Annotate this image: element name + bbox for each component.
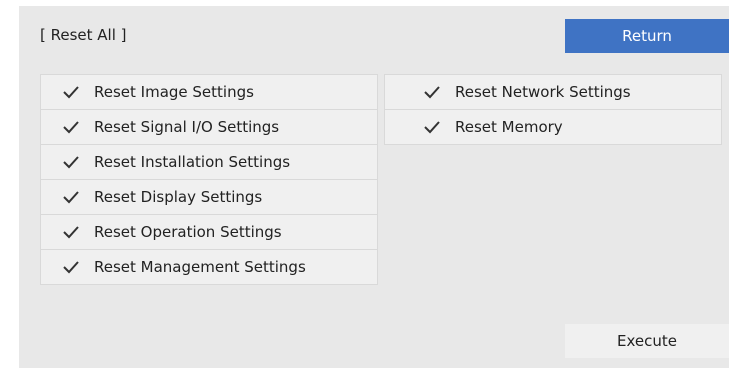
reset-installation-settings-item[interactable]: Reset Installation Settings xyxy=(41,145,377,179)
return-button[interactable]: Return xyxy=(565,19,729,53)
item-label: Reset Image Settings xyxy=(94,83,254,101)
item-label: Reset Signal I/O Settings xyxy=(94,118,280,136)
execute-button[interactable]: Execute xyxy=(565,324,729,358)
reset-network-settings-item[interactable]: Reset Network Settings xyxy=(385,75,721,109)
item-label: Reset Management Settings xyxy=(94,258,306,276)
checkmark-icon xyxy=(62,154,80,170)
item-label: Reset Display Settings xyxy=(94,188,263,206)
reset-list-left: Reset Image Settings Reset Signal I/O Se… xyxy=(40,74,378,285)
checkmark-icon xyxy=(62,259,80,275)
checkmark-icon xyxy=(62,84,80,100)
reset-signal-io-settings-item[interactable]: Reset Signal I/O Settings xyxy=(41,110,377,144)
item-label: Reset Operation Settings xyxy=(94,223,282,241)
item-label: Reset Network Settings xyxy=(455,83,631,101)
reset-list-right: Reset Network Settings Reset Memory xyxy=(384,74,722,145)
reset-memory-item[interactable]: Reset Memory xyxy=(385,110,721,144)
reset-operation-settings-item[interactable]: Reset Operation Settings xyxy=(41,215,377,249)
checkmark-icon xyxy=(62,224,80,240)
item-label: Reset Memory xyxy=(455,118,563,136)
page-title: [ Reset All ] xyxy=(40,26,127,44)
checkmark-icon xyxy=(62,189,80,205)
checkmark-icon xyxy=(423,84,441,100)
reset-display-settings-item[interactable]: Reset Display Settings xyxy=(41,180,377,214)
reset-management-settings-item[interactable]: Reset Management Settings xyxy=(41,250,377,284)
item-label: Reset Installation Settings xyxy=(94,153,291,171)
reset-all-panel: [ Reset All ] Return Reset Image Setting… xyxy=(19,6,729,368)
reset-image-settings-item[interactable]: Reset Image Settings xyxy=(41,75,377,109)
checkmark-icon xyxy=(62,119,80,135)
checkmark-icon xyxy=(423,119,441,135)
